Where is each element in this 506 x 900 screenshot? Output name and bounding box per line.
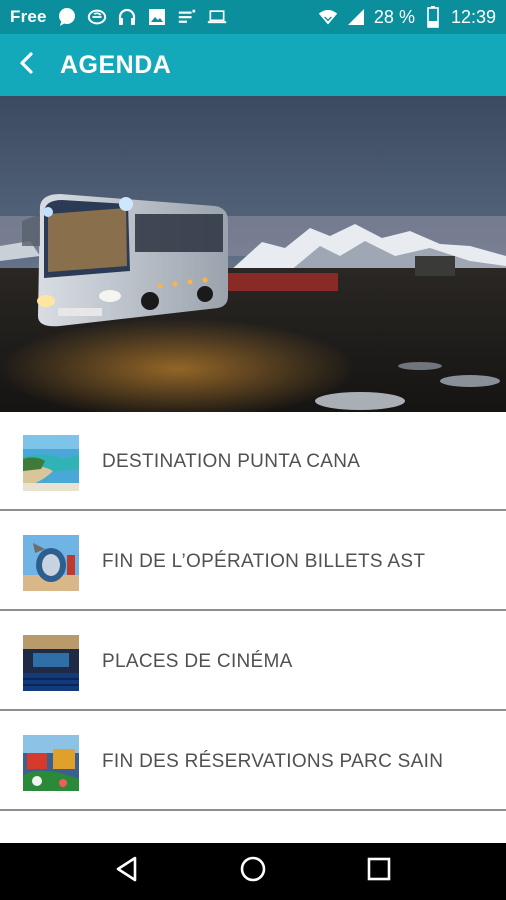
list-item[interactable]: PLACES DE CINÉMA: [0, 612, 506, 711]
nav-recents-button[interactable]: [357, 851, 401, 891]
laptop-icon: [207, 7, 227, 27]
battery-icon: [423, 6, 443, 28]
triangle-back-icon: [114, 855, 140, 888]
signal-icon: [346, 7, 366, 27]
chat-bubble-icon: [57, 7, 77, 27]
circle-home-icon: [239, 855, 267, 888]
status-bar-left: Free: [10, 0, 227, 34]
status-bar-right: 28 % 12:39: [318, 0, 496, 34]
carrier-name: Free: [10, 7, 47, 26]
list-item-label: FIN DES RÉSERVATIONS PARC SAIN: [102, 751, 444, 772]
list-item[interactable]: DESTINATION PUNTA CANA: [0, 412, 506, 511]
back-button[interactable]: [4, 42, 50, 88]
beach-thumbnail: [23, 435, 79, 491]
nav-home-button[interactable]: [231, 851, 275, 891]
bus-landscape-image: [0, 96, 506, 412]
app-bar: AGENDA: [0, 34, 506, 96]
amusement-park-thumbnail: [23, 735, 79, 791]
agenda-list: DESTINATION PUNTA CANA FIN DE L’OPÉRATIO…: [0, 412, 506, 843]
nav-back-button[interactable]: [105, 851, 149, 891]
list-item-label: FIN DE L’OPÉRATION BILLETS AST: [102, 551, 426, 572]
clock-time: 12:39: [450, 6, 496, 27]
battery-percent: 28 %: [373, 6, 415, 27]
list-item[interactable]: [0, 812, 506, 843]
hero-image: [0, 96, 506, 412]
cinema-thumbnail: [23, 635, 79, 691]
partial-thumbnail: [23, 835, 79, 843]
square-recents-icon: [366, 856, 392, 887]
sculpture-thumbnail: [23, 535, 79, 591]
list-item-label: PLACES DE CINÉMA: [102, 651, 293, 672]
list-item-label: DESTINATION PUNTA CANA: [102, 451, 361, 472]
headset-icon: [117, 7, 137, 27]
chevron-left-icon: [17, 51, 37, 80]
page-title: AGENDA: [60, 51, 172, 79]
notes-icon: [177, 7, 197, 27]
navigation-bar: [0, 843, 506, 900]
image-icon: [147, 7, 167, 27]
status-bar: Free 28 % 12:39: [0, 0, 506, 34]
list-item[interactable]: FIN DE L’OPÉRATION BILLETS AST: [0, 512, 506, 611]
wifi-icon: [318, 7, 338, 27]
e-logo-icon: [87, 7, 107, 27]
list-item[interactable]: FIN DES RÉSERVATIONS PARC SAIN: [0, 712, 506, 811]
